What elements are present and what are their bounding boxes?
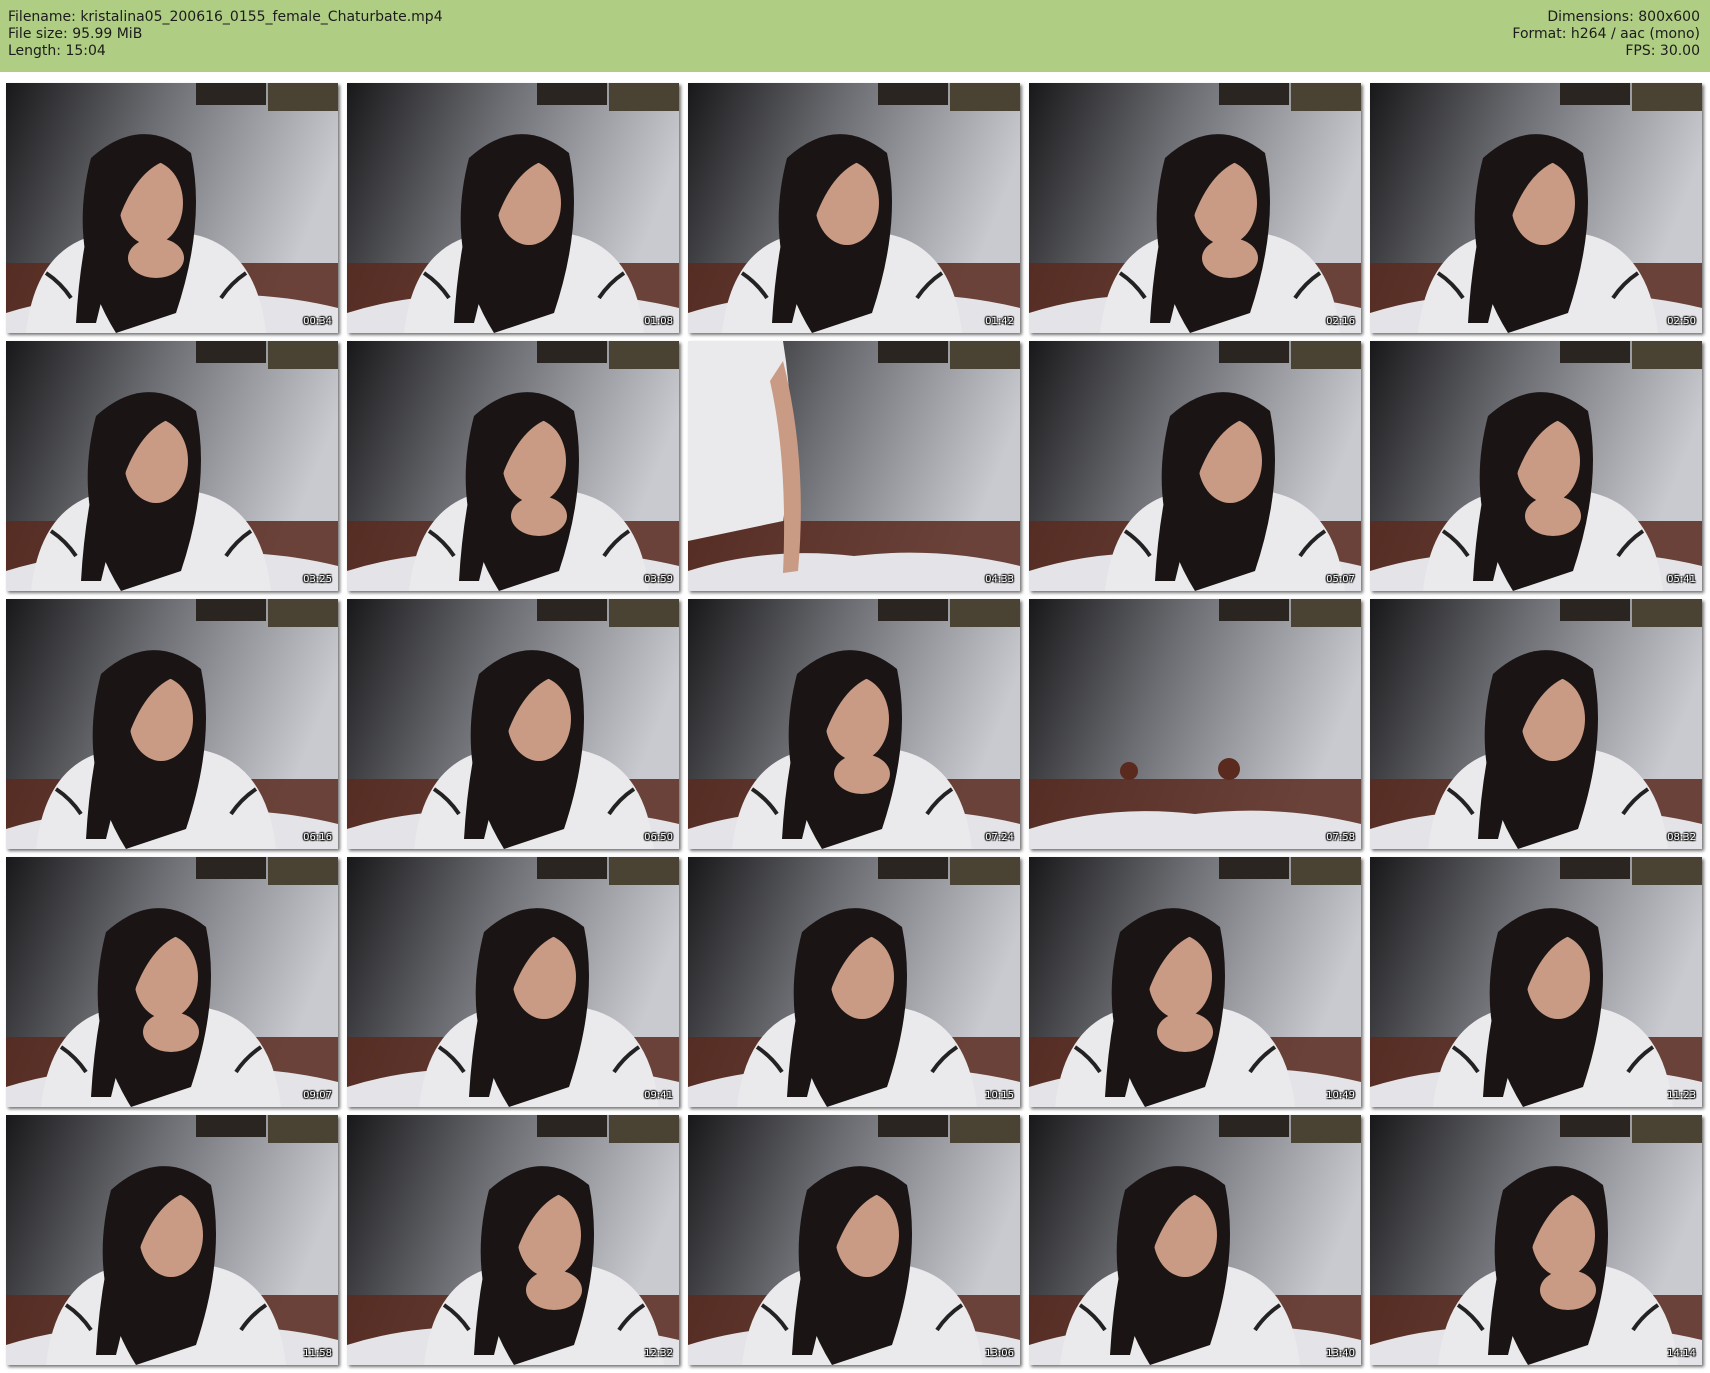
thumbnail-frame: 04:33 — [688, 341, 1020, 591]
format-row: Format: h264 / aac (mono) — [1512, 26, 1700, 43]
thumbnail-frame: 05:07 — [1029, 341, 1361, 591]
thumbnail-frame: 07:24 — [688, 599, 1020, 849]
format-value: h264 / aac (mono) — [1570, 26, 1700, 42]
frame-image — [347, 857, 679, 1107]
thumbnail-frame: 02:50 — [1370, 83, 1702, 333]
length-row: Length: 15:04 — [8, 43, 443, 60]
length-value: 15:04 — [65, 43, 106, 59]
frame-timestamp: 11:58 — [303, 1348, 332, 1359]
thumbnail-frame: 09:41 — [347, 857, 679, 1107]
thumbnail-frame: 06:16 — [6, 599, 338, 849]
frame-image — [6, 599, 338, 849]
frame-timestamp: 08:32 — [1667, 832, 1696, 843]
frame-image — [6, 857, 338, 1107]
frame-image — [6, 341, 338, 591]
thumbnail-frame: 11:58 — [6, 1115, 338, 1365]
info-left: Filename: kristalina05_200616_0155_femal… — [8, 9, 443, 60]
frame-image — [1029, 599, 1361, 849]
frame-image — [688, 1115, 1020, 1365]
fps-value: 30.00 — [1659, 43, 1700, 59]
filename-row: Filename: kristalina05_200616_0155_femal… — [8, 9, 443, 26]
thumbnail-frame: 03:59 — [347, 341, 679, 591]
frame-image — [6, 1115, 338, 1365]
frame-timestamp: 04:33 — [985, 574, 1014, 585]
fps-label: FPS: — [1625, 43, 1656, 59]
frame-image — [1370, 857, 1702, 1107]
thumbnail-frame: 08:32 — [1370, 599, 1702, 849]
frame-image — [1029, 1115, 1361, 1365]
frame-image — [347, 599, 679, 849]
thumbnail-frame: 12:32 — [347, 1115, 679, 1365]
frame-image — [6, 83, 338, 333]
frame-image — [688, 599, 1020, 849]
info-right: Dimensions: 800x600 Format: h264 / aac (… — [1512, 9, 1700, 60]
frame-image — [688, 83, 1020, 333]
dimensions-value: 800x600 — [1638, 9, 1700, 25]
thumbnail-frame: 11:23 — [1370, 857, 1702, 1107]
frame-image — [1029, 341, 1361, 591]
fps-row: FPS: 30.00 — [1512, 43, 1700, 60]
filesize-label: File size: — [8, 26, 68, 42]
thumbnail-frame: 10:49 — [1029, 857, 1361, 1107]
frame-timestamp: 14:14 — [1667, 1348, 1696, 1359]
frame-timestamp: 13:40 — [1326, 1348, 1355, 1359]
frame-timestamp: 02:16 — [1326, 316, 1355, 327]
thumbnail-frame: 01:08 — [347, 83, 679, 333]
filesize-row: File size: 95.99 MiB — [8, 26, 443, 43]
thumbnail-frame: 00:34 — [6, 83, 338, 333]
thumbnail-frame: 09:07 — [6, 857, 338, 1107]
dimensions-row: Dimensions: 800x600 — [1512, 9, 1700, 26]
thumbnail-frame: 03:25 — [6, 341, 338, 591]
filename-label: Filename: — [8, 9, 76, 25]
frame-timestamp: 11:23 — [1667, 1090, 1696, 1101]
frame-image — [1029, 83, 1361, 333]
frame-timestamp: 00:34 — [303, 316, 332, 327]
thumbnail-frame: 13:06 — [688, 1115, 1020, 1365]
frame-timestamp: 03:59 — [644, 574, 673, 585]
thumbnail-grid: 00:34 01:08 01:42 02:16 02:50 03:25 03:59 04:33… — [0, 72, 1710, 1373]
frame-image — [1029, 857, 1361, 1107]
frame-image — [688, 857, 1020, 1107]
thumbnail-frame: 07:58 — [1029, 599, 1361, 849]
filename-value: kristalina05_200616_0155_female_Chaturba… — [80, 9, 443, 25]
frame-timestamp: 09:07 — [303, 1090, 332, 1101]
frame-timestamp: 09:41 — [644, 1090, 673, 1101]
frame-timestamp: 12:32 — [644, 1348, 673, 1359]
frame-timestamp: 10:49 — [1326, 1090, 1355, 1101]
frame-timestamp: 02:50 — [1667, 316, 1696, 327]
frame-image — [1370, 341, 1702, 591]
thumbnail-frame: 13:40 — [1029, 1115, 1361, 1365]
frame-timestamp: 05:07 — [1326, 574, 1355, 585]
frame-timestamp: 01:42 — [985, 316, 1014, 327]
length-label: Length: — [8, 43, 62, 59]
format-label: Format: — [1512, 26, 1567, 42]
thumbnail-frame: 10:15 — [688, 857, 1020, 1107]
frame-image — [1370, 599, 1702, 849]
thumbnail-frame: 06:50 — [347, 599, 679, 849]
filesize-value: 95.99 MiB — [72, 26, 143, 42]
frame-timestamp: 05:41 — [1667, 574, 1696, 585]
frame-timestamp: 06:50 — [644, 832, 673, 843]
thumbnail-frame: 02:16 — [1029, 83, 1361, 333]
frame-image — [347, 1115, 679, 1365]
frame-timestamp: 03:25 — [303, 574, 332, 585]
frame-timestamp: 10:15 — [985, 1090, 1014, 1101]
frame-timestamp: 13:06 — [985, 1348, 1014, 1359]
thumbnail-frame: 01:42 — [688, 83, 1020, 333]
frame-timestamp: 06:16 — [303, 832, 332, 843]
thumbnail-frame: 14:14 — [1370, 1115, 1702, 1365]
info-header: Filename: kristalina05_200616_0155_femal… — [0, 0, 1710, 72]
frame-timestamp: 01:08 — [644, 316, 673, 327]
frame-image — [347, 83, 679, 333]
frame-image — [1370, 1115, 1702, 1365]
frame-image — [1370, 83, 1702, 333]
frame-image — [688, 341, 1020, 591]
frame-image — [347, 341, 679, 591]
frame-timestamp: 07:24 — [985, 832, 1014, 843]
thumbnail-frame: 05:41 — [1370, 341, 1702, 591]
frame-timestamp: 07:58 — [1326, 832, 1355, 843]
dimensions-label: Dimensions: — [1547, 9, 1634, 25]
